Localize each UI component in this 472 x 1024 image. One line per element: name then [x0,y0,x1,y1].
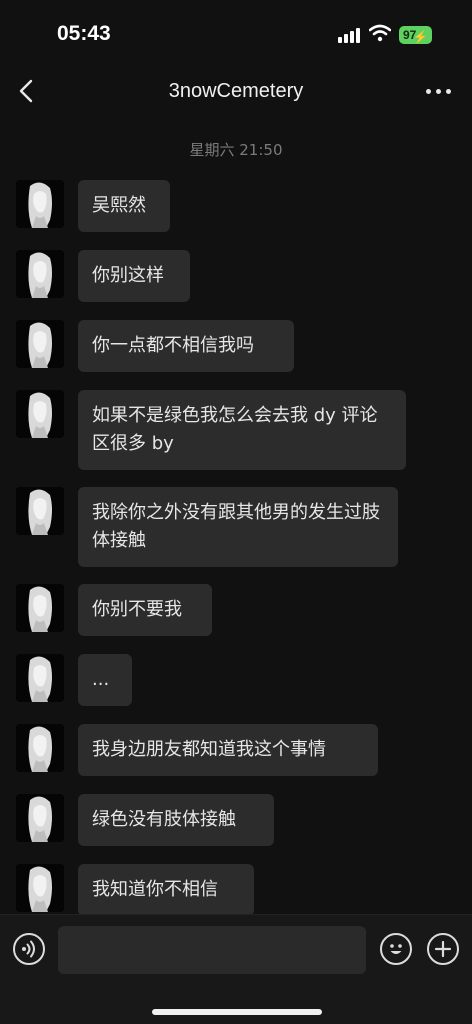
wifi-icon [369,24,391,42]
message-bubble[interactable]: 绿色没有肢体接触 [78,794,274,846]
cellular-signal-icon [338,27,362,43]
chat-title: 3nowCemetery [168,80,304,102]
message-row: 我知道你不相信 [0,864,472,916]
emoji-icon[interactable] [380,933,412,965]
message-bubble[interactable]: 我除你之外没有跟其他男的发生过肢体接触 [78,487,398,567]
message-row: ... [0,654,472,706]
battery-indicator: 97 ⚡ [399,26,432,44]
message-bubble[interactable]: 如果不是绿色我怎么会去我 dy 评论区很多 by [78,390,406,470]
message-timestamp: 星期六 21:50 [189,141,283,159]
avatar[interactable] [16,864,64,912]
plus-icon[interactable] [427,933,459,965]
message-input[interactable] [58,926,366,974]
avatar[interactable] [16,584,64,632]
home-indicator [152,1009,322,1015]
avatar[interactable] [16,487,64,535]
message-row: 如果不是绿色我怎么会去我 dy 评论区很多 by [0,390,472,470]
avatar[interactable] [16,250,64,298]
message-bubble[interactable]: 我身边朋友都知道我这个事情 [78,724,378,776]
message-row: 你一点都不相信我吗 [0,320,472,372]
message-bubble[interactable]: 你一点都不相信我吗 [78,320,294,372]
message-row: 你别不要我 [0,584,472,636]
avatar[interactable] [16,794,64,842]
message-bubble[interactable]: 你别这样 [78,250,190,302]
status-time: 05:43 [57,22,111,45]
message-row: 绿色没有肢体接触 [0,794,472,846]
input-bar [0,914,472,1024]
avatar[interactable] [16,654,64,702]
message-bubble[interactable]: ... [78,654,132,706]
message-bubble[interactable]: 我知道你不相信 [78,864,254,916]
message-row: 我身边朋友都知道我这个事情 [0,724,472,776]
message-row: 我除你之外没有跟其他男的发生过肢体接触 [0,487,472,567]
message-row: 你别这样 [0,250,472,302]
chat-header: 3nowCemetery [0,64,472,120]
message-row: 吴熙然 [0,180,472,232]
avatar[interactable] [16,724,64,772]
avatar[interactable] [16,320,64,368]
message-bubble[interactable]: 你别不要我 [78,584,212,636]
message-bubble[interactable]: 吴熙然 [78,180,170,232]
charging-icon: ⚡ [413,30,428,44]
voice-icon[interactable] [13,933,45,965]
avatar[interactable] [16,180,64,228]
avatar[interactable] [16,390,64,438]
status-bar: 05:43 97 ⚡ [0,0,472,64]
ellipsis-icon[interactable] [424,78,454,104]
